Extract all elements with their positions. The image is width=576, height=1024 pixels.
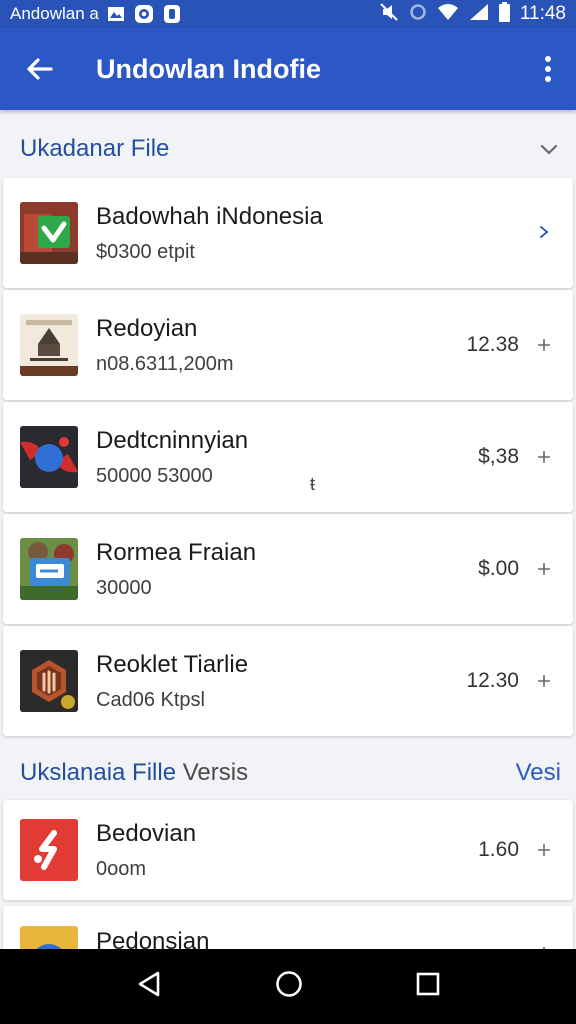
item-subtitle: Cad06 Ktpsl — [96, 688, 205, 711]
plus-icon[interactable] — [529, 332, 559, 358]
item-mark: ŧ — [310, 474, 316, 494]
hexagon-badge-icon — [20, 650, 78, 712]
signal-icon — [469, 3, 489, 26]
list-item[interactable]: Bedovian 0oom 1.60 — [3, 800, 573, 900]
section-header[interactable]: Ukadanar File — [0, 126, 576, 172]
green-shield-icon — [20, 202, 78, 264]
battery-icon — [498, 1, 510, 27]
item-value: 1.60 — [478, 838, 519, 861]
section-header: Ukslanaia Fille Versis Vesi — [0, 750, 576, 796]
red-app-icon — [20, 819, 78, 881]
more-vertical-icon — [545, 56, 551, 82]
image-notification-icon — [107, 6, 125, 22]
item-subtitle: $0300 etpit — [96, 240, 195, 263]
item-subtitle: n08.6311,200m — [96, 352, 234, 375]
carrier-label: Andowlan a — [10, 4, 99, 23]
app-notification-icon — [163, 4, 181, 24]
list-item[interactable]: Rormea Fraian 30000 $.00 — [3, 514, 573, 624]
record-notification-icon — [134, 4, 154, 24]
list-item[interactable]: Redoyian n08.6311,200m 12.38 — [3, 290, 573, 400]
item-value: $.00 — [478, 557, 519, 580]
nav-home-button[interactable] — [275, 970, 303, 1003]
list-item[interactable]: Dedtcninnyian 50000 53000 $,38 ŧ — [3, 402, 573, 512]
blue-ball-icon — [20, 426, 78, 488]
page-title: Undowlan Indofie — [96, 53, 321, 84]
list-item[interactable]: Badowhah iNdonesia $0300 etpit — [3, 178, 573, 288]
section-title: Ukadanar File — [20, 135, 170, 162]
versions-link[interactable]: Vesi — [516, 759, 561, 787]
item-value: 12.38 — [466, 333, 519, 356]
item-subtitle: 30000 — [96, 576, 152, 599]
plus-icon[interactable] — [529, 556, 559, 582]
item-name: Rormea Fraian — [96, 538, 257, 566]
status-bar: Andowlan a 11:48 — [0, 0, 576, 28]
app-bar: Undowlan Indofie — [0, 28, 576, 110]
status-icons: 11:48 — [379, 1, 566, 27]
item-value: 12.30 — [466, 669, 519, 692]
item-name: Bedovian — [96, 819, 197, 847]
section-title: Ukslanaia Fille Versis — [20, 759, 249, 786]
system-nav-bar — [0, 949, 576, 1024]
plus-icon[interactable] — [529, 668, 559, 694]
item-name: Badowhah iNdonesia — [96, 202, 323, 230]
item-name: Dedtcninnyian — [96, 426, 249, 454]
nav-back-button[interactable] — [136, 970, 162, 1003]
triangle-back-icon — [139, 971, 160, 997]
square-recents-icon — [416, 972, 439, 996]
overflow-menu-button[interactable] — [520, 28, 576, 110]
photo-collage-icon — [20, 538, 78, 600]
mute-icon — [379, 2, 399, 27]
data-sync-icon — [409, 2, 427, 27]
chevron-down-icon[interactable] — [540, 135, 558, 163]
arrow-left-icon — [27, 58, 53, 80]
chevron-right-icon[interactable] — [529, 220, 559, 246]
list-item[interactable]: Reoklet Tiarlie Cad06 Ktpsl 12.30 — [3, 626, 573, 736]
document-cover-icon — [20, 314, 78, 376]
wifi-icon — [437, 3, 459, 26]
item-name: Redoyian — [96, 314, 198, 342]
plus-icon[interactable] — [529, 837, 559, 863]
item-name: Reoklet Tiarlie — [96, 650, 249, 678]
clock: 11:48 — [519, 3, 566, 24]
item-value: $,38 — [478, 445, 519, 468]
item-subtitle: 50000 53000 — [96, 464, 213, 487]
nav-recents-button[interactable] — [416, 972, 440, 1001]
circle-home-icon — [276, 971, 302, 997]
back-button[interactable] — [0, 28, 78, 110]
item-subtitle: 0oom — [96, 857, 147, 880]
plus-icon[interactable] — [529, 444, 559, 470]
